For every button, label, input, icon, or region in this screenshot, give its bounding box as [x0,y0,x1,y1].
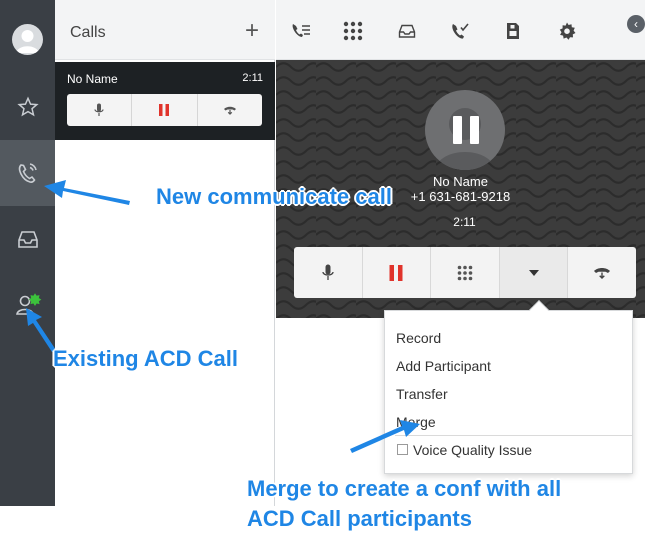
calls-panel: Calls + No Name 2:11 [55,0,275,506]
annotation-merge-line2: ACD Call participants [247,506,472,531]
acd-nav-button[interactable] [0,270,55,336]
user-avatar[interactable] [12,24,43,55]
inbox-icon [398,24,416,38]
dialpad-button[interactable] [340,18,366,44]
on-hold-pause-icon [453,116,479,144]
more-options-button[interactable] [499,247,569,298]
hangup-button[interactable] [568,247,636,298]
menu-item-transfer[interactable]: Transfer [396,386,448,402]
favorites-button[interactable] [0,74,55,140]
chevron-left-icon: ‹ [634,17,638,31]
acd-agent-icon [15,293,41,315]
annotation-existing-acd: Existing ACD Call [53,346,238,371]
calls-icon [18,163,37,183]
calls-title: Calls [70,24,106,41]
call-options-menu: Record Add Participant Transfer Merge Vo… [384,300,633,474]
call-history-button[interactable] [447,18,473,44]
microphone-icon [322,264,334,280]
call-list-button[interactable] [288,18,314,44]
voice-quality-label[interactable]: Voice Quality Issue [413,442,532,458]
dialpad-button[interactable] [431,247,500,298]
settings-button[interactable] [554,18,580,44]
microphone-icon [94,103,104,116]
call-card-name: No Name [67,72,118,86]
app-window: Calls + No Name 2:11 ‹ No Name +1 631-68… [0,0,645,542]
pause-icon [389,264,403,281]
chevron-down-icon [528,269,539,276]
hangup-icon [594,268,611,279]
call-timer: 2:11 [453,215,476,229]
menu-item-merge[interactable]: Merge [396,414,436,430]
call-history-icon [452,23,469,39]
dialpad-icon [457,265,473,280]
call-list-icon [292,24,310,37]
presence-badge-icon [28,293,41,306]
left-rail [0,0,55,506]
voicemail-button[interactable] [500,18,526,44]
inbox-nav-button[interactable] [0,206,55,272]
menu-divider [395,435,632,436]
star-icon [16,96,39,117]
voicemail-icon [507,23,519,39]
voice-quality-checkbox[interactable] [397,444,408,455]
top-toolbar: ‹ [276,0,645,60]
call-controls [294,247,636,298]
mute-button[interactable] [294,247,363,298]
hold-button[interactable] [363,247,432,298]
annotation-merge-line1: Merge to create a conf with all [247,476,562,501]
call-card-hangup-button[interactable] [198,94,262,126]
calls-header: Calls + [55,0,275,60]
call-card-duration: 2:11 [242,72,263,84]
pause-icon [159,104,170,116]
add-call-button[interactable]: + [245,19,259,43]
inbox-button[interactable] [394,18,420,44]
settings-icon [559,22,576,40]
hangup-icon [223,106,236,115]
collapse-panel-button[interactable]: ‹ [627,15,645,33]
active-call-card[interactable]: No Name 2:11 [55,62,275,140]
call-card-hold-button[interactable] [132,94,198,126]
dialpad-icon [343,21,363,41]
call-card-controls [67,94,262,126]
menu-item-add-participant[interactable]: Add Participant [396,358,491,374]
annotation-new-call: New communicate call [156,184,392,209]
call-card-mute-button[interactable] [67,94,133,126]
calls-nav-button[interactable] [0,140,55,206]
inbox-icon [17,231,38,248]
menu-item-record[interactable]: Record [396,330,441,346]
